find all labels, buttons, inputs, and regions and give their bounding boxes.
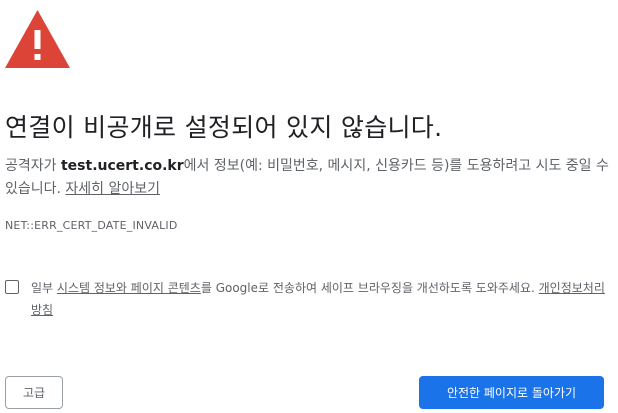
interstitial-page: 연결이 비공개로 설정되어 있지 않습니다. 공격자가 test.ucert.c… <box>0 0 618 413</box>
optin-middle: 를 Google로 전송하여 세이프 브라우징을 개선하도록 도와주세요. <box>200 281 539 295</box>
optin-prefix: 일부 <box>31 281 57 295</box>
learn-more-link[interactable]: 자세히 알아보기 <box>65 181 160 197</box>
page-heading: 연결이 비공개로 설정되어 있지 않습니다. <box>5 113 443 142</box>
back-to-safety-button[interactable]: 안전한 페이지로 돌아가기 <box>419 376 604 409</box>
system-info-link[interactable]: 시스템 정보와 페이지 콘텐츠 <box>57 281 201 295</box>
error-code: NET::ERR_CERT_DATE_INVALID <box>5 219 178 232</box>
safe-browsing-optin: 일부 시스템 정보와 페이지 콘텐츠를 Google로 전송하여 세이프 브라우… <box>5 277 610 321</box>
host-name: test.ucert.co.kr <box>60 158 184 174</box>
warning-triangle-icon <box>5 10 70 68</box>
optin-checkbox[interactable] <box>5 280 19 294</box>
description-prefix: 공격자가 <box>5 158 61 174</box>
optin-text: 일부 시스템 정보와 페이지 콘텐츠를 Google로 전송하여 세이프 브라우… <box>31 277 610 321</box>
description-text: 공격자가 test.ucert.co.kr에서 정보(예: 비밀번호, 메시지,… <box>5 155 610 201</box>
advanced-button[interactable]: 고급 <box>5 376 63 409</box>
